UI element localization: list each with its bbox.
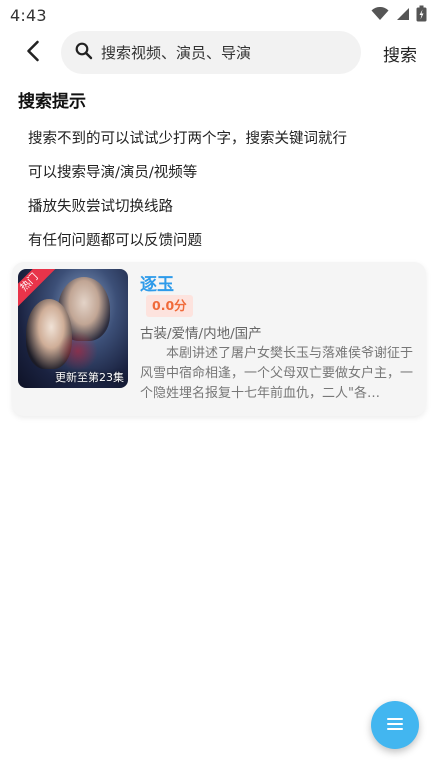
- score-badge: 0.0分: [146, 295, 193, 317]
- menu-icon: [386, 716, 404, 735]
- wifi-icon: [371, 6, 389, 25]
- menu-fab-button[interactable]: [371, 701, 419, 749]
- signal-icon: [395, 6, 410, 25]
- poster-accent: [58, 331, 98, 371]
- tips-title: 搜索提示: [18, 92, 86, 112]
- poster-image[interactable]: 热门 更新至第23集: [18, 269, 128, 388]
- tip-item: 有任何问题都可以反馈问题: [28, 233, 202, 249]
- battery-icon: [416, 5, 427, 26]
- status-time: 4:43: [10, 5, 47, 25]
- status-icons: [371, 5, 427, 26]
- episode-caption: 更新至第23集: [55, 371, 124, 384]
- tip-item: 播放失败尝试切换线路: [28, 199, 173, 215]
- result-title[interactable]: 逐玉: [140, 270, 174, 295]
- result-description: 本剧讲述了屠户女樊长玉与落难侯爷谢征于风雪中宿命相逢，一个父母双亡要做女户主，一…: [140, 346, 414, 401]
- tip-item: 搜索不到的可以试试少打两个字，搜索关键词就行: [28, 131, 347, 147]
- search-box[interactable]: [61, 31, 361, 74]
- result-tags: 古装/爱情/内地/国产: [140, 326, 262, 342]
- back-button[interactable]: [18, 38, 48, 68]
- search-header: 搜索: [0, 30, 439, 74]
- search-input[interactable]: [101, 43, 341, 62]
- search-icon: [75, 42, 93, 64]
- result-card[interactable]: 热门 更新至第23集 逐玉 0.0分 古装/爱情/内地/国产 本剧讲述了屠户女樊…: [12, 262, 426, 416]
- back-arrow-icon: [26, 40, 40, 66]
- tip-item: 可以搜索导演/演员/视频等: [28, 165, 198, 181]
- status-bar: 4:43: [0, 0, 439, 30]
- search-submit-button[interactable]: 搜索: [383, 41, 417, 66]
